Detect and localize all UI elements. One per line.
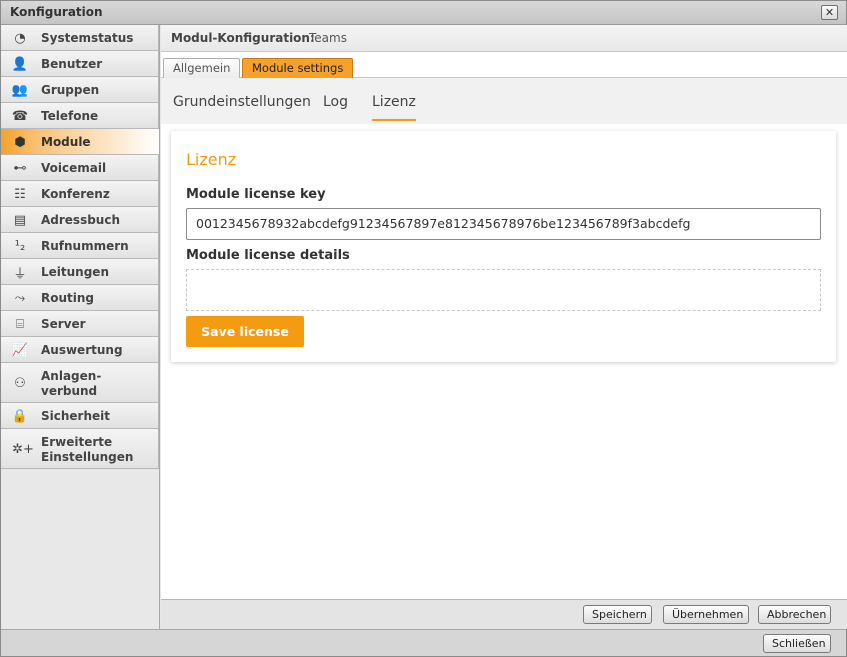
sidebar-item-label: Benutzer — [41, 57, 103, 71]
cube-icon: ⬢ — [14, 134, 26, 150]
sidebar-item-auswertung[interactable]: 📈 Auswertung — [1, 337, 159, 363]
plug-icon: ⏚ — [13, 266, 27, 282]
sidebar-item-label: Auswertung — [41, 343, 123, 357]
footer-bar: Speichern Übernehmen Abbrechen — [161, 599, 847, 629]
config-window: Konfiguration ✕ ◔ Systemstatus 👤 Benutze… — [0, 0, 847, 657]
sidebar-item-adressbuch[interactable]: ▤ Adressbuch — [1, 207, 159, 233]
chart-icon: 📈 — [11, 342, 29, 358]
license-key-input[interactable]: 0012345678932abcdefg91234567897e81234567… — [186, 208, 821, 240]
user-icon: 👤 — [11, 56, 29, 72]
license-card: Lizenz Module license key 0012345678932a… — [171, 131, 836, 362]
sidebar-item-label: Module — [41, 135, 91, 149]
window-title: Konfiguration — [10, 5, 103, 19]
network-icon: ⚇ — [14, 375, 26, 391]
phone-icon: ☎ — [11, 108, 29, 124]
save-license-button[interactable]: Save license — [186, 316, 304, 347]
sidebar-item-konferenz[interactable]: ☷ Konferenz — [1, 181, 159, 207]
sidebar-item-sicherheit[interactable]: 🔒 Sicherheit — [1, 403, 159, 429]
bottom-bar: Schließen — [1, 629, 846, 656]
conference-icon: ☷ — [14, 186, 26, 202]
tab-bar: Allgemein Module settings — [161, 53, 847, 78]
cancel-button[interactable]: Abbrechen — [758, 605, 831, 624]
license-title: Lizenz — [186, 150, 237, 169]
group-icon: 👥 — [11, 82, 29, 98]
tab-module-settings[interactable]: Module settings — [242, 58, 354, 78]
sidebar-item-leitungen[interactable]: ⏚ Leitungen — [1, 259, 159, 285]
tab-allgemein[interactable]: Allgemein — [163, 58, 241, 78]
sidebar-item-server[interactable]: ⌸ Server — [1, 311, 159, 337]
sidebar-item-label: Telefone — [41, 109, 99, 123]
close-dialog-button[interactable]: Schließen — [763, 634, 831, 653]
voicemail-icon: ⊷ — [13, 160, 27, 176]
sidebar-item-anlagenverbund[interactable]: ⚇ Anlagen- verbund — [1, 363, 159, 403]
clock-icon: ◔ — [14, 30, 26, 46]
sidebar-item-label: Server — [41, 317, 86, 331]
license-panel-area: Lizenz Module license key 0012345678932a… — [161, 124, 847, 599]
sidebar-item-label: Gruppen — [41, 83, 100, 97]
license-key-label: Module license key — [186, 187, 326, 202]
server-icon: ⌸ — [16, 316, 24, 332]
sidebar-item-label: Erweiterte Einstellungen — [41, 435, 134, 464]
sidebar-item-routing[interactable]: ⤳ Routing — [1, 285, 159, 311]
sidebar-item-label: Leitungen — [41, 265, 109, 279]
save-button[interactable]: Speichern — [583, 605, 652, 624]
sidebar-item-systemstatus[interactable]: ◔ Systemstatus — [1, 25, 159, 51]
subtab-bar: Grundeinstellungen Log Lizenz — [161, 78, 847, 124]
window-close-button[interactable]: ✕ — [821, 5, 838, 20]
subtab-lizenz[interactable]: Lizenz — [372, 94, 416, 121]
routing-icon: ⤳ — [14, 290, 26, 306]
header-module-name: Teams — [309, 31, 347, 45]
sidebar-item-benutzer[interactable]: 👤 Benutzer — [1, 51, 159, 77]
numbers-icon: ¹₂ — [14, 238, 26, 254]
sidebar-item-rufnummern[interactable]: ¹₂ Rufnummern — [1, 233, 159, 259]
sidebar-item-module[interactable]: ⬢ Module — [1, 129, 159, 155]
license-details-box — [186, 269, 821, 311]
sidebar-item-label: Voicemail — [41, 161, 107, 175]
module-config-header: Modul-Konfiguration: Teams — [161, 25, 847, 52]
window-titlebar: Konfiguration ✕ — [1, 1, 846, 25]
sidebar: ◔ Systemstatus 👤 Benutzer 👥 Gruppen ☎ Te… — [1, 25, 160, 629]
sidebar-item-telefone[interactable]: ☎ Telefone — [1, 103, 159, 129]
sidebar-item-voicemail[interactable]: ⊷ Voicemail — [1, 155, 159, 181]
addressbook-icon: ▤ — [13, 212, 27, 228]
subtab-log[interactable]: Log — [323, 94, 348, 119]
sidebar-item-label: Sicherheit — [41, 409, 110, 423]
sidebar-item-erweiterte-einstellungen[interactable]: ✲+ Erweiterte Einstellungen — [1, 429, 159, 469]
gear-plus-icon: ✲+ — [12, 441, 34, 457]
sidebar-item-label: Anlagen- verbund — [41, 369, 102, 398]
header-label: Modul-Konfiguration: — [171, 31, 315, 45]
apply-button[interactable]: Übernehmen — [663, 605, 749, 624]
sidebar-item-gruppen[interactable]: 👥 Gruppen — [1, 77, 159, 103]
sidebar-item-label: Routing — [41, 291, 95, 305]
sidebar-item-label: Rufnummern — [41, 239, 129, 253]
lock-icon: 🔒 — [11, 408, 29, 424]
license-details-label: Module license details — [186, 248, 350, 263]
main-content: Modul-Konfiguration: Teams Allgemein Mod… — [161, 25, 847, 599]
sidebar-item-label: Systemstatus — [41, 31, 134, 45]
subtab-grundeinstellungen[interactable]: Grundeinstellungen — [173, 94, 311, 119]
sidebar-item-label: Konferenz — [41, 187, 110, 201]
sidebar-item-label: Adressbuch — [41, 213, 121, 227]
